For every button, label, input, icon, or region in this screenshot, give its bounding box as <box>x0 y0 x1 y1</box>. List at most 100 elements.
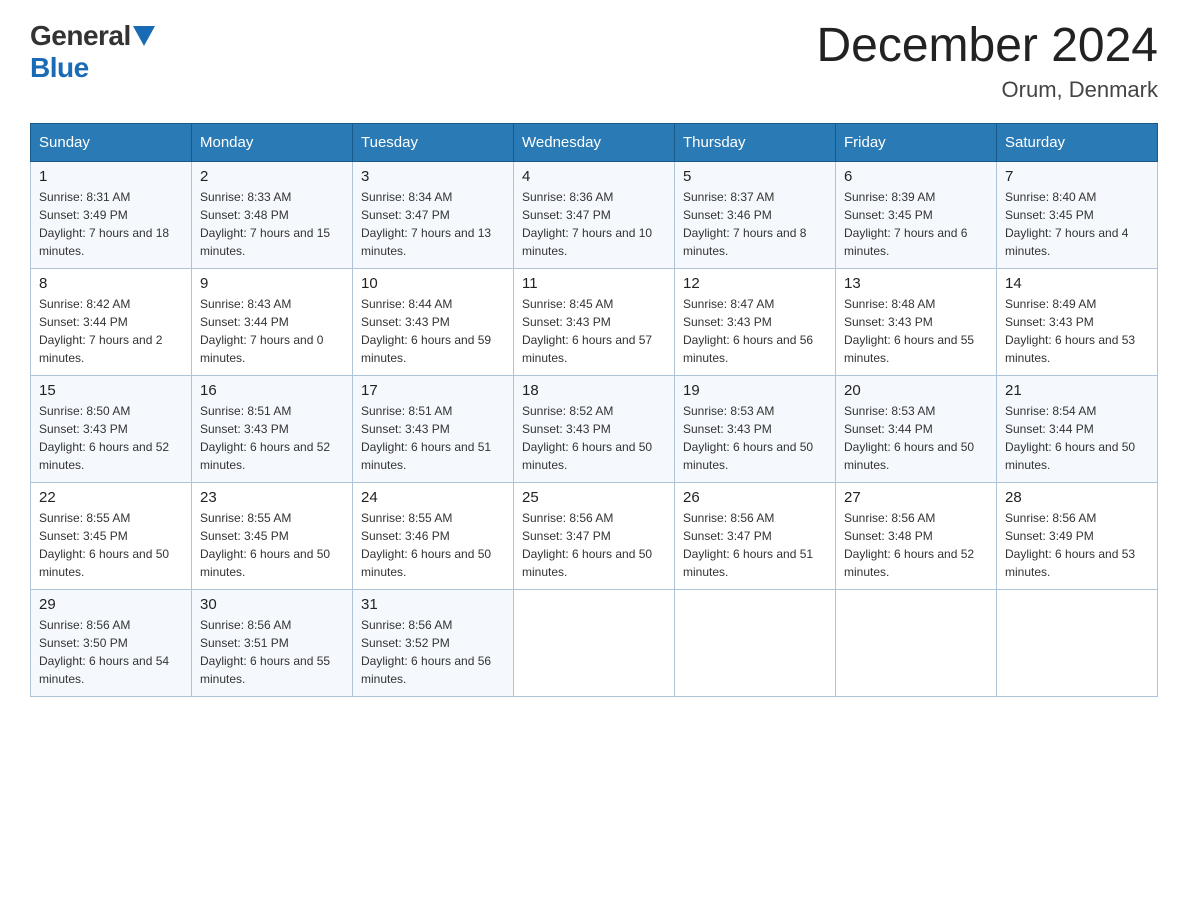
day-number: 26 <box>683 489 827 506</box>
day-number: 3 <box>361 168 505 185</box>
day-number: 19 <box>683 382 827 399</box>
calendar-cell: 22 Sunrise: 8:55 AMSunset: 3:45 PMDaylig… <box>31 482 192 589</box>
calendar-cell: 24 Sunrise: 8:55 AMSunset: 3:46 PMDaylig… <box>353 482 514 589</box>
calendar-cell: 11 Sunrise: 8:45 AMSunset: 3:43 PMDaylig… <box>514 268 675 375</box>
day-number: 16 <box>200 382 344 399</box>
day-number: 9 <box>200 275 344 292</box>
day-info: Sunrise: 8:40 AMSunset: 3:45 PMDaylight:… <box>1005 188 1149 260</box>
day-info: Sunrise: 8:53 AMSunset: 3:43 PMDaylight:… <box>683 402 827 474</box>
header-monday: Monday <box>192 123 353 161</box>
day-number: 15 <box>39 382 183 399</box>
calendar-cell: 16 Sunrise: 8:51 AMSunset: 3:43 PMDaylig… <box>192 375 353 482</box>
calendar-cell: 3 Sunrise: 8:34 AMSunset: 3:47 PMDayligh… <box>353 161 514 268</box>
day-info: Sunrise: 8:50 AMSunset: 3:43 PMDaylight:… <box>39 402 183 474</box>
header-friday: Friday <box>836 123 997 161</box>
day-info: Sunrise: 8:55 AMSunset: 3:45 PMDaylight:… <box>200 509 344 581</box>
day-info: Sunrise: 8:44 AMSunset: 3:43 PMDaylight:… <box>361 295 505 367</box>
day-number: 11 <box>522 275 666 292</box>
logo-general-text: General <box>30 20 131 52</box>
day-info: Sunrise: 8:56 AMSunset: 3:50 PMDaylight:… <box>39 616 183 688</box>
day-info: Sunrise: 8:56 AMSunset: 3:51 PMDaylight:… <box>200 616 344 688</box>
calendar-cell <box>836 589 997 696</box>
day-info: Sunrise: 8:56 AMSunset: 3:47 PMDaylight:… <box>522 509 666 581</box>
day-info: Sunrise: 8:34 AMSunset: 3:47 PMDaylight:… <box>361 188 505 260</box>
calendar-cell <box>514 589 675 696</box>
calendar-cell: 9 Sunrise: 8:43 AMSunset: 3:44 PMDayligh… <box>192 268 353 375</box>
day-number: 29 <box>39 596 183 613</box>
calendar-cell: 7 Sunrise: 8:40 AMSunset: 3:45 PMDayligh… <box>997 161 1158 268</box>
day-number: 23 <box>200 489 344 506</box>
page-header: General Blue December 2024 Orum, Denmark <box>30 20 1158 103</box>
day-info: Sunrise: 8:48 AMSunset: 3:43 PMDaylight:… <box>844 295 988 367</box>
calendar-week-row: 29 Sunrise: 8:56 AMSunset: 3:50 PMDaylig… <box>31 589 1158 696</box>
calendar-cell <box>997 589 1158 696</box>
day-number: 18 <box>522 382 666 399</box>
day-info: Sunrise: 8:56 AMSunset: 3:48 PMDaylight:… <box>844 509 988 581</box>
day-number: 5 <box>683 168 827 185</box>
calendar-cell: 23 Sunrise: 8:55 AMSunset: 3:45 PMDaylig… <box>192 482 353 589</box>
calendar-cell: 19 Sunrise: 8:53 AMSunset: 3:43 PMDaylig… <box>675 375 836 482</box>
calendar-cell: 13 Sunrise: 8:48 AMSunset: 3:43 PMDaylig… <box>836 268 997 375</box>
calendar-cell: 6 Sunrise: 8:39 AMSunset: 3:45 PMDayligh… <box>836 161 997 268</box>
day-info: Sunrise: 8:33 AMSunset: 3:48 PMDaylight:… <box>200 188 344 260</box>
day-number: 21 <box>1005 382 1149 399</box>
header-saturday: Saturday <box>997 123 1158 161</box>
day-info: Sunrise: 8:51 AMSunset: 3:43 PMDaylight:… <box>361 402 505 474</box>
logo-blue-text: Blue <box>30 52 89 84</box>
day-info: Sunrise: 8:31 AMSunset: 3:49 PMDaylight:… <box>39 188 183 260</box>
day-number: 25 <box>522 489 666 506</box>
day-number: 17 <box>361 382 505 399</box>
day-number: 30 <box>200 596 344 613</box>
day-number: 10 <box>361 275 505 292</box>
day-number: 28 <box>1005 489 1149 506</box>
calendar-cell: 15 Sunrise: 8:50 AMSunset: 3:43 PMDaylig… <box>31 375 192 482</box>
day-info: Sunrise: 8:56 AMSunset: 3:47 PMDaylight:… <box>683 509 827 581</box>
day-number: 7 <box>1005 168 1149 185</box>
day-number: 31 <box>361 596 505 613</box>
day-info: Sunrise: 8:49 AMSunset: 3:43 PMDaylight:… <box>1005 295 1149 367</box>
calendar-cell: 25 Sunrise: 8:56 AMSunset: 3:47 PMDaylig… <box>514 482 675 589</box>
calendar-cell <box>675 589 836 696</box>
calendar-cell: 2 Sunrise: 8:33 AMSunset: 3:48 PMDayligh… <box>192 161 353 268</box>
day-number: 13 <box>844 275 988 292</box>
calendar-header-row: SundayMondayTuesdayWednesdayThursdayFrid… <box>31 123 1158 161</box>
day-number: 14 <box>1005 275 1149 292</box>
header-tuesday: Tuesday <box>353 123 514 161</box>
day-info: Sunrise: 8:52 AMSunset: 3:43 PMDaylight:… <box>522 402 666 474</box>
calendar-cell: 5 Sunrise: 8:37 AMSunset: 3:46 PMDayligh… <box>675 161 836 268</box>
day-info: Sunrise: 8:37 AMSunset: 3:46 PMDaylight:… <box>683 188 827 260</box>
calendar-cell: 28 Sunrise: 8:56 AMSunset: 3:49 PMDaylig… <box>997 482 1158 589</box>
day-info: Sunrise: 8:55 AMSunset: 3:46 PMDaylight:… <box>361 509 505 581</box>
calendar-week-row: 8 Sunrise: 8:42 AMSunset: 3:44 PMDayligh… <box>31 268 1158 375</box>
day-number: 20 <box>844 382 988 399</box>
calendar-cell: 12 Sunrise: 8:47 AMSunset: 3:43 PMDaylig… <box>675 268 836 375</box>
day-info: Sunrise: 8:56 AMSunset: 3:52 PMDaylight:… <box>361 616 505 688</box>
day-number: 12 <box>683 275 827 292</box>
calendar-title: December 2024 <box>816 20 1158 73</box>
logo: General Blue <box>30 20 155 84</box>
calendar-cell: 27 Sunrise: 8:56 AMSunset: 3:48 PMDaylig… <box>836 482 997 589</box>
day-info: Sunrise: 8:43 AMSunset: 3:44 PMDaylight:… <box>200 295 344 367</box>
calendar-cell: 14 Sunrise: 8:49 AMSunset: 3:43 PMDaylig… <box>997 268 1158 375</box>
calendar-table: SundayMondayTuesdayWednesdayThursdayFrid… <box>30 123 1158 697</box>
calendar-cell: 10 Sunrise: 8:44 AMSunset: 3:43 PMDaylig… <box>353 268 514 375</box>
day-number: 6 <box>844 168 988 185</box>
day-info: Sunrise: 8:47 AMSunset: 3:43 PMDaylight:… <box>683 295 827 367</box>
calendar-cell: 18 Sunrise: 8:52 AMSunset: 3:43 PMDaylig… <box>514 375 675 482</box>
header-wednesday: Wednesday <box>514 123 675 161</box>
calendar-cell: 31 Sunrise: 8:56 AMSunset: 3:52 PMDaylig… <box>353 589 514 696</box>
header-thursday: Thursday <box>675 123 836 161</box>
day-info: Sunrise: 8:54 AMSunset: 3:44 PMDaylight:… <box>1005 402 1149 474</box>
day-info: Sunrise: 8:45 AMSunset: 3:43 PMDaylight:… <box>522 295 666 367</box>
day-info: Sunrise: 8:39 AMSunset: 3:45 PMDaylight:… <box>844 188 988 260</box>
calendar-week-row: 22 Sunrise: 8:55 AMSunset: 3:45 PMDaylig… <box>31 482 1158 589</box>
header-sunday: Sunday <box>31 123 192 161</box>
calendar-cell: 26 Sunrise: 8:56 AMSunset: 3:47 PMDaylig… <box>675 482 836 589</box>
calendar-subtitle: Orum, Denmark <box>816 77 1158 103</box>
logo-triangle-icon <box>133 26 155 48</box>
calendar-cell: 21 Sunrise: 8:54 AMSunset: 3:44 PMDaylig… <box>997 375 1158 482</box>
day-number: 24 <box>361 489 505 506</box>
day-number: 8 <box>39 275 183 292</box>
day-info: Sunrise: 8:51 AMSunset: 3:43 PMDaylight:… <box>200 402 344 474</box>
day-number: 4 <box>522 168 666 185</box>
